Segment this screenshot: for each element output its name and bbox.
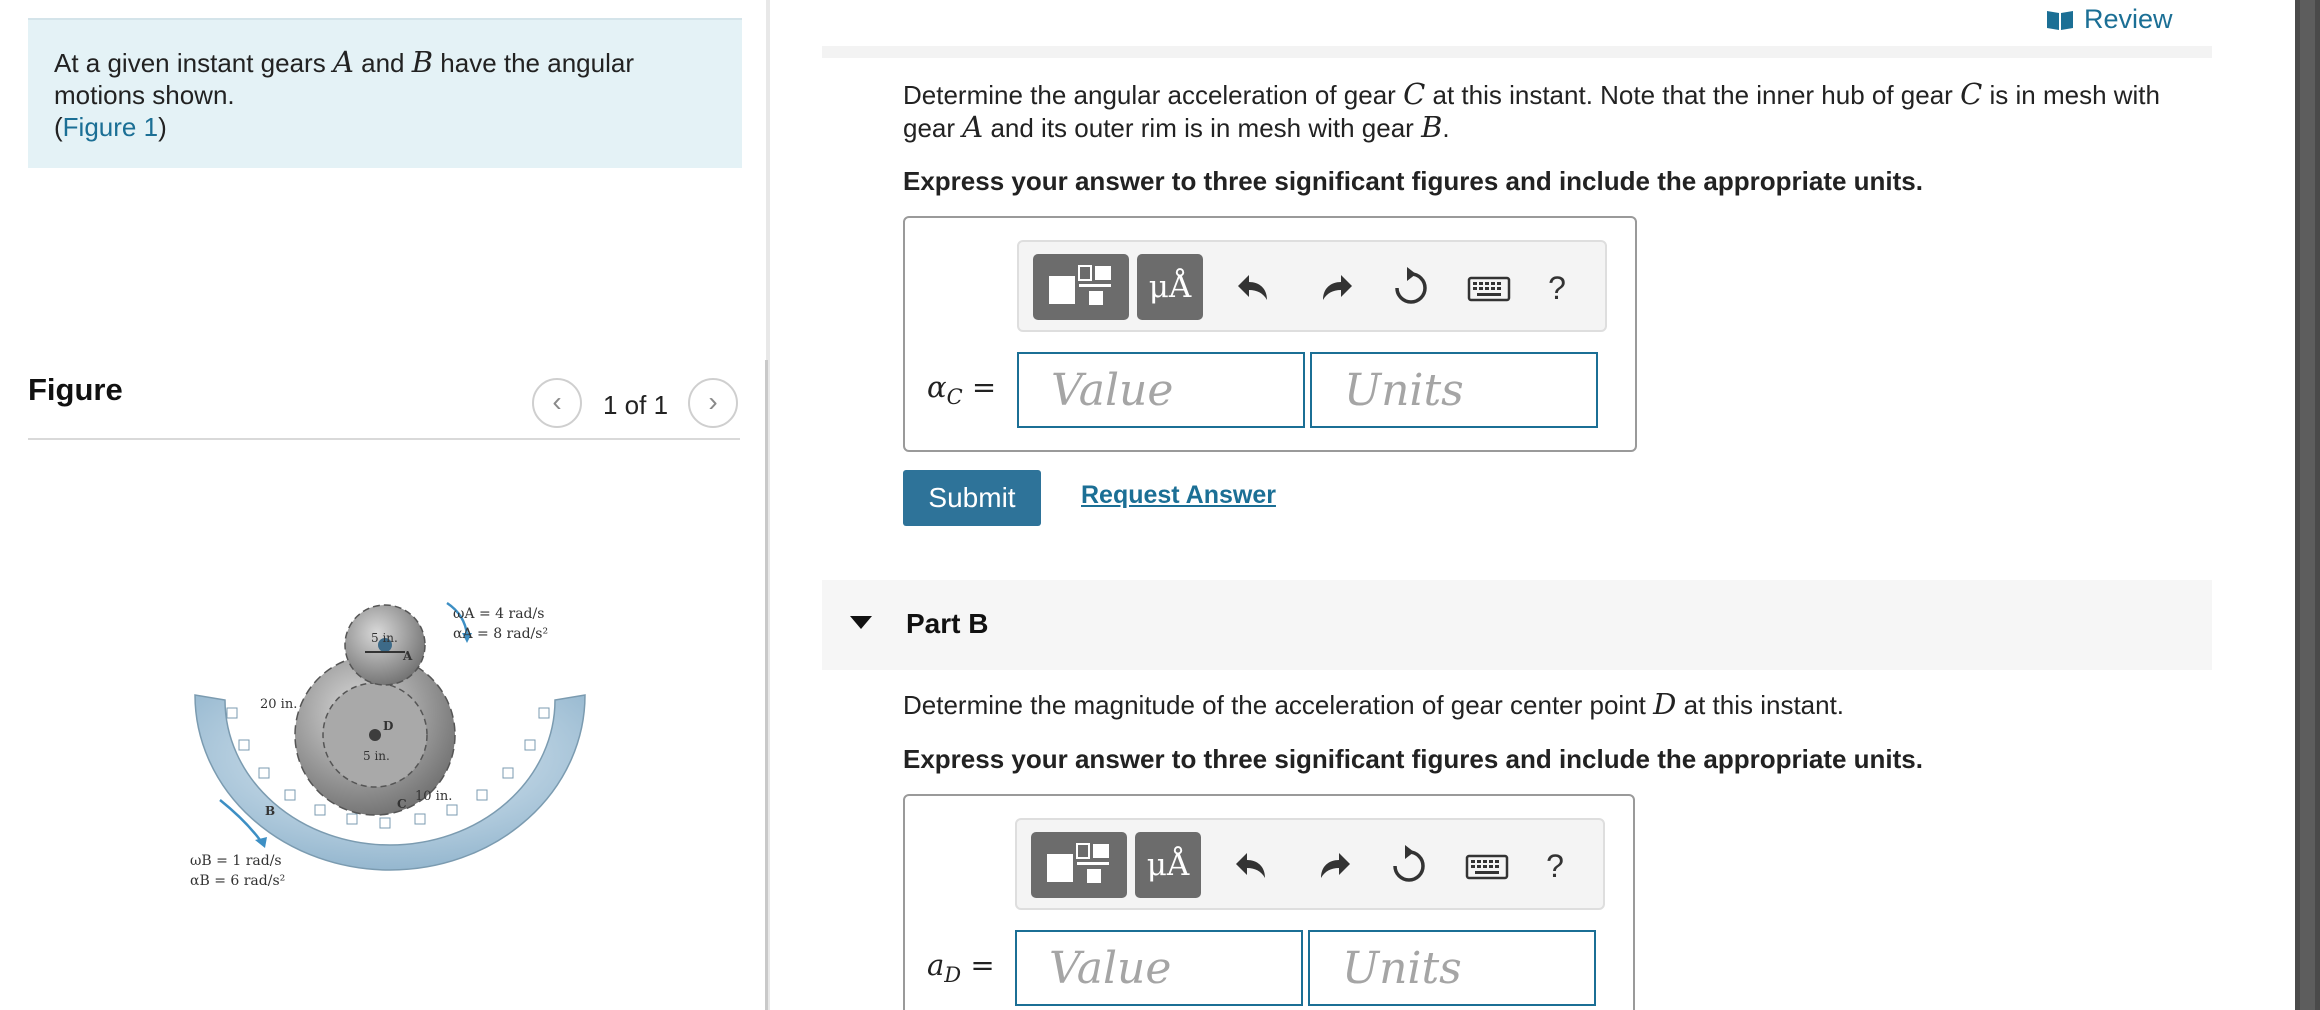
reset-icon[interactable] — [1385, 262, 1437, 314]
answer-label: aD = — [927, 948, 995, 987]
answer-label: αC = — [927, 370, 996, 409]
part-b-title: Part B — [906, 608, 989, 639]
radius-10-label: 10 in. — [415, 789, 452, 804]
gear-a-label: A — [402, 649, 413, 663]
submit-button[interactable]: Submit — [903, 470, 1041, 526]
var-a: A — [962, 110, 984, 144]
keyboard-icon[interactable] — [1463, 262, 1515, 314]
right-pane: Review Determine the angular acceleratio… — [770, 0, 2300, 1010]
figure-title: Figure — [28, 372, 123, 407]
part-a-answer-box: μÅ ? αC = — [903, 216, 1637, 452]
units-button[interactable]: μÅ — [1135, 832, 1201, 898]
answer-symbol: a — [927, 948, 945, 982]
value-input[interactable] — [1015, 930, 1303, 1006]
omega-b-label: ωB = 1 rad/s — [190, 853, 282, 869]
var-b: B — [1421, 110, 1443, 144]
scrollbar-thumb[interactable] — [2300, 0, 2315, 1010]
question-text: at this instant. Note that the inner hub… — [1425, 80, 1961, 110]
paren: ) — [158, 112, 167, 142]
figure-count: 1 of 1 — [603, 390, 669, 420]
figure-next-button[interactable]: › — [688, 378, 738, 428]
units-input[interactable] — [1308, 930, 1596, 1006]
templates-icon — [1047, 843, 1109, 883]
review-label: Review — [2084, 4, 2173, 34]
radius-5a-label: 5 in. — [371, 631, 398, 645]
paren: ( — [54, 112, 63, 142]
chevron-left-icon: ‹ — [552, 386, 562, 417]
undo-icon[interactable] — [1231, 262, 1283, 314]
question-text: and its outer rim is in mesh with gear — [983, 113, 1422, 143]
question-text: Determine the angular acceleration of ge… — [903, 80, 1404, 110]
math-toolbar: μÅ ? — [1017, 240, 1607, 332]
help-button[interactable]: ? — [1535, 840, 1575, 892]
book-icon — [2047, 10, 2073, 30]
templates-button[interactable] — [1031, 832, 1127, 898]
equals-sign: = — [962, 370, 997, 404]
figure-header: Figure ‹ 1 of 1 › — [28, 360, 740, 440]
question-text: Determine the magnitude of the accelerat… — [903, 690, 1654, 720]
review-link[interactable]: Review — [2046, 4, 2173, 35]
gear-b-label: B — [265, 804, 275, 818]
redo-icon[interactable] — [1307, 262, 1359, 314]
var-d: D — [1653, 687, 1677, 721]
question-text: . — [1442, 113, 1450, 143]
var-c: C — [1960, 77, 1983, 111]
gear-c-label: C — [397, 797, 407, 811]
part-b-answer-box: μÅ ? aD = — [903, 794, 1635, 1010]
question-text: at this instant. — [1676, 690, 1845, 720]
part-a-instruction: Express your answer to three significant… — [903, 166, 1923, 196]
caret-down-icon — [850, 616, 872, 629]
keyboard-icon[interactable] — [1461, 840, 1513, 892]
alpha-a-label: αA = 8 rad/s² — [453, 626, 548, 642]
undo-icon[interactable] — [1229, 840, 1281, 892]
help-button[interactable]: ? — [1537, 262, 1577, 314]
left-pane: At a given instant gears A and B have th… — [0, 0, 766, 1010]
radius-5d-label: 5 in. — [363, 749, 390, 763]
var-c: C — [1403, 77, 1426, 111]
part-a-question: Determine the angular acceleration of ge… — [903, 78, 2203, 144]
problem-text: At a given instant gears — [54, 48, 333, 78]
templates-button[interactable] — [1033, 254, 1129, 320]
gear-d-label: D — [383, 719, 393, 733]
chevron-right-icon: › — [708, 386, 718, 417]
request-answer-link[interactable]: Request Answer — [1081, 481, 1276, 510]
answer-symbol: α — [927, 370, 947, 404]
units-button[interactable]: μÅ — [1137, 254, 1203, 320]
part-b-instruction: Express your answer to three significant… — [903, 744, 1923, 774]
part-b-header[interactable]: Part B — [822, 580, 2212, 670]
problem-statement: At a given instant gears A and B have th… — [28, 18, 742, 168]
figure-prev-button[interactable]: ‹ — [532, 378, 582, 428]
answer-subscript: D — [944, 962, 962, 987]
problem-text: and — [353, 48, 412, 78]
reset-icon[interactable] — [1383, 840, 1435, 892]
radius-20-label: 20 in. — [260, 697, 297, 712]
equals-sign: = — [961, 948, 995, 982]
units-input[interactable] — [1310, 352, 1598, 428]
value-input[interactable] — [1017, 352, 1305, 428]
figure-link[interactable]: Figure 1 — [63, 112, 158, 142]
pane-divider-handle[interactable] — [765, 360, 768, 1010]
redo-icon[interactable] — [1305, 840, 1357, 892]
section-top-band — [822, 46, 2212, 58]
gear-figure[interactable]: ωA = 4 rad/s αA = 8 rad/s² 5 in. A 20 in… — [175, 590, 615, 910]
var-a: A — [332, 45, 354, 79]
math-toolbar: μÅ ? — [1015, 818, 1605, 910]
part-b-question: Determine the magnitude of the accelerat… — [903, 688, 2203, 721]
alpha-b-label: αB = 6 rad/s² — [190, 873, 285, 889]
answer-subscript: C — [946, 384, 963, 409]
omega-a-label: ωA = 4 rad/s — [453, 606, 544, 622]
templates-icon — [1049, 265, 1111, 305]
var-b: B — [411, 45, 434, 79]
